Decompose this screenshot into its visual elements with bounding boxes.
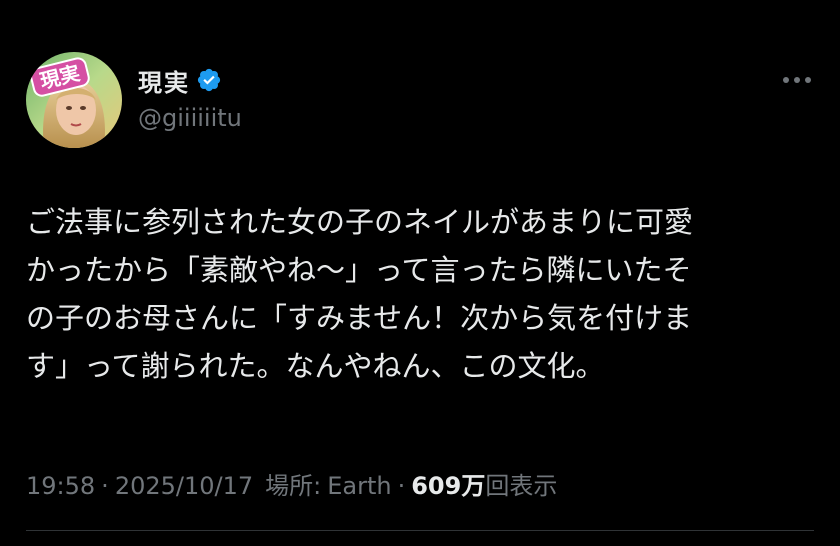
more-dots-icon[interactable] xyxy=(780,66,814,94)
avatar-image: 現実 xyxy=(26,52,122,148)
views-count[interactable]: 609万 xyxy=(411,466,485,501)
tweet-text: ご法事に参列された女の子のネイルがあまりに可愛 かったから「素敵やね〜」って言っ… xyxy=(26,205,694,383)
divider xyxy=(26,530,814,531)
name-row: 現実 xyxy=(138,62,222,98)
tweet-detail: 現実 現実 @giiiiiitu ご法事に参列された女の子のネイルがあまりに可愛… xyxy=(0,0,840,546)
meta-separator: · xyxy=(101,472,109,500)
tweet-location[interactable]: Earth xyxy=(327,472,391,500)
user-handle[interactable]: @giiiiiitu xyxy=(138,104,242,132)
tweet-time[interactable]: 19:58 xyxy=(26,472,95,500)
display-name[interactable]: 現実 xyxy=(138,63,190,98)
meta-separator: · xyxy=(397,472,406,500)
verified-badge-icon[interactable] xyxy=(196,67,222,93)
location-label: 場所: xyxy=(265,472,322,500)
views-label: 回表示 xyxy=(485,472,558,500)
tweet-meta: 19:58 · 2025/10/17 場所: Earth · 609万 回表示 xyxy=(26,466,557,501)
tweet-date[interactable]: 2025/10/17 xyxy=(115,472,253,500)
avatar[interactable]: 現実 xyxy=(26,52,122,148)
